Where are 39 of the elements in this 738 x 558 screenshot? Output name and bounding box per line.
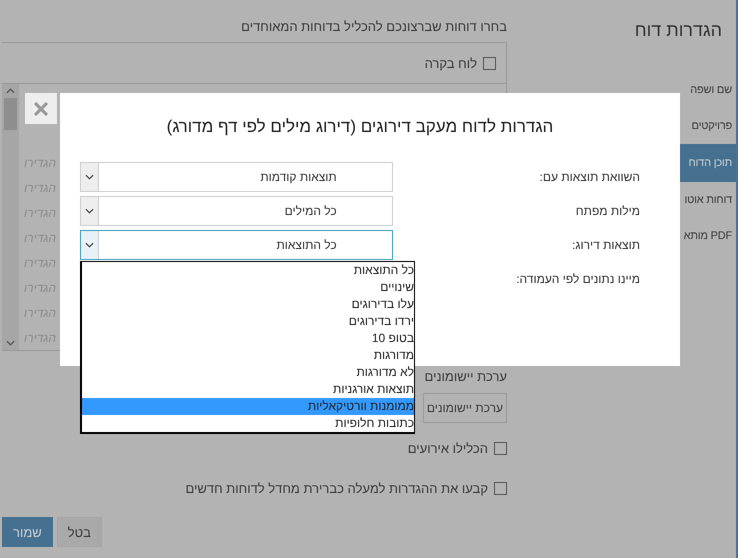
cancel-button[interactable]: בטל	[56, 517, 102, 547]
select-field[interactable]: תוצאות קודמות	[80, 162, 393, 192]
scrollbar[interactable]	[2, 84, 19, 350]
select-field[interactable]: כל התוצאות	[80, 230, 393, 260]
chevron-up-icon[interactable]	[6, 88, 15, 94]
checkbox[interactable]	[483, 56, 496, 70]
dropdown-option[interactable]: שינויים	[82, 279, 414, 296]
field-label: תוצאות דירוג:	[571, 238, 640, 252]
scrollbar-thumb[interactable]	[4, 98, 17, 130]
chevron-down-icon[interactable]	[6, 340, 15, 346]
dropdown-option[interactable]: ממומנות וורטיקאליות	[82, 398, 414, 415]
save-button[interactable]: שמור	[2, 517, 53, 547]
widget-set-button[interactable]: ערכת יישומונים	[422, 393, 507, 423]
sidebar-title: הגדרות דוח	[634, 20, 723, 42]
dropdown-option[interactable]: בטופ 10	[82, 330, 414, 347]
checkbox[interactable]	[494, 482, 507, 494]
dropdown-option[interactable]: כל התוצאות	[82, 262, 414, 279]
dropdown-option[interactable]: כתובות חלופיות	[82, 415, 414, 432]
chevron-down-icon	[81, 163, 99, 191]
field-label: מיינו נתונים לפי העמודה:	[515, 272, 640, 286]
dropdown-option[interactable]: עלו בדירוגים	[82, 296, 414, 313]
dialog-title: הגדרות לדוח מעקב דירוגים (דירוג מילים לפי דף מדורג)	[166, 117, 554, 138]
chevron-down-icon	[81, 231, 99, 259]
checkbox[interactable]	[494, 442, 507, 454]
dropdown-option[interactable]: ירדו בדירוגים	[82, 313, 414, 330]
dropdown-option[interactable]: מדורגות	[82, 347, 414, 364]
section-heading: בחרו דוחות שברצונכם להכליל בדוחות המאוחדים	[240, 19, 507, 36]
checkbox-label: הכלילו אירועים	[408, 440, 488, 456]
dropdown-option[interactable]: לא מדורגות	[82, 364, 414, 381]
close-button[interactable]	[25, 93, 57, 124]
close-icon	[34, 102, 48, 116]
field-label: מילות מפתח	[574, 204, 640, 218]
field-label: השוואת תוצאות עם:	[538, 170, 640, 184]
dropdown-option[interactable]: תוצאות אורגניות	[82, 381, 414, 398]
select-field[interactable]: כל המילים	[80, 196, 393, 226]
field-label: ערכת יישומונים	[424, 369, 507, 386]
checkbox-label: לוח בקרה	[424, 56, 477, 70]
chevron-down-icon	[81, 197, 99, 225]
checkbox-label: קבעו את ההגדרות למעלה כברירת מחדל לדוחות חדשים	[185, 480, 488, 496]
